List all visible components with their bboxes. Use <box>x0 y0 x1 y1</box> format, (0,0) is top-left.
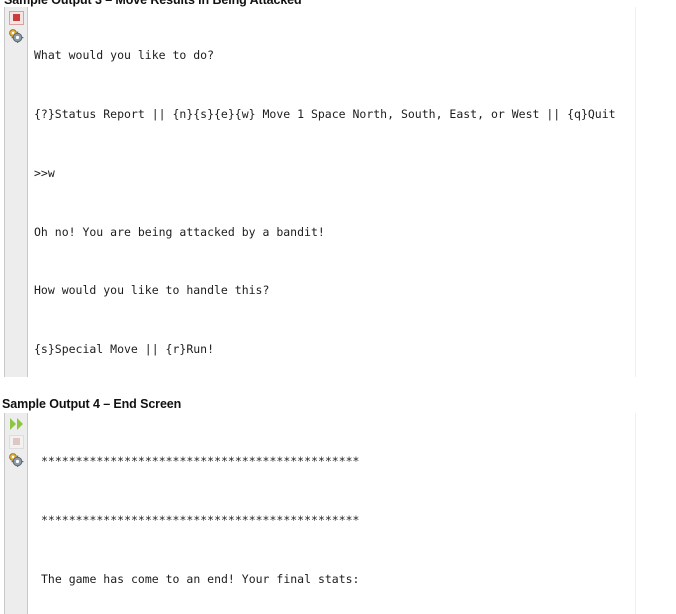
gears-icon[interactable] <box>7 27 25 44</box>
console-line: The game has come to an end! Your final … <box>41 571 360 586</box>
console-line: ****************************************… <box>41 454 360 469</box>
console-output-4[interactable]: ****************************************… <box>0 413 676 614</box>
console-line: {s}Special Move || {r}Run! <box>34 342 215 357</box>
section3-heading-clipped: Sample Output 3 – Move Results in Being … <box>0 0 676 7</box>
console-line: How would you like to handle this? <box>34 283 270 298</box>
console-line: ****************************************… <box>41 512 360 527</box>
section3-heading: Sample Output 3 – Move Results in Being … <box>4 0 302 7</box>
stop-icon[interactable] <box>7 9 25 26</box>
console-line: Oh no! You are being attacked by a bandi… <box>34 224 325 239</box>
section-gap <box>0 377 676 395</box>
console-line: What would you like to do? <box>34 48 215 63</box>
console-gutter-4 <box>4 413 28 614</box>
gears-icon[interactable] <box>7 451 25 468</box>
console-output-3[interactable]: What would you like to do? {?}Status Rep… <box>0 7 676 377</box>
rerun-icon[interactable] <box>7 415 25 432</box>
console-line: >>w <box>34 165 55 180</box>
console-gutter-3 <box>4 7 28 377</box>
console-text-3[interactable]: What would you like to do? {?}Status Rep… <box>28 7 676 377</box>
section4-heading: Sample Output 4 – End Screen <box>2 397 182 411</box>
console-text-4[interactable]: ****************************************… <box>28 413 676 614</box>
stop-icon[interactable] <box>7 433 25 450</box>
console-line: {?}Status Report || {n}{s}{e}{w} Move 1 … <box>34 106 616 121</box>
